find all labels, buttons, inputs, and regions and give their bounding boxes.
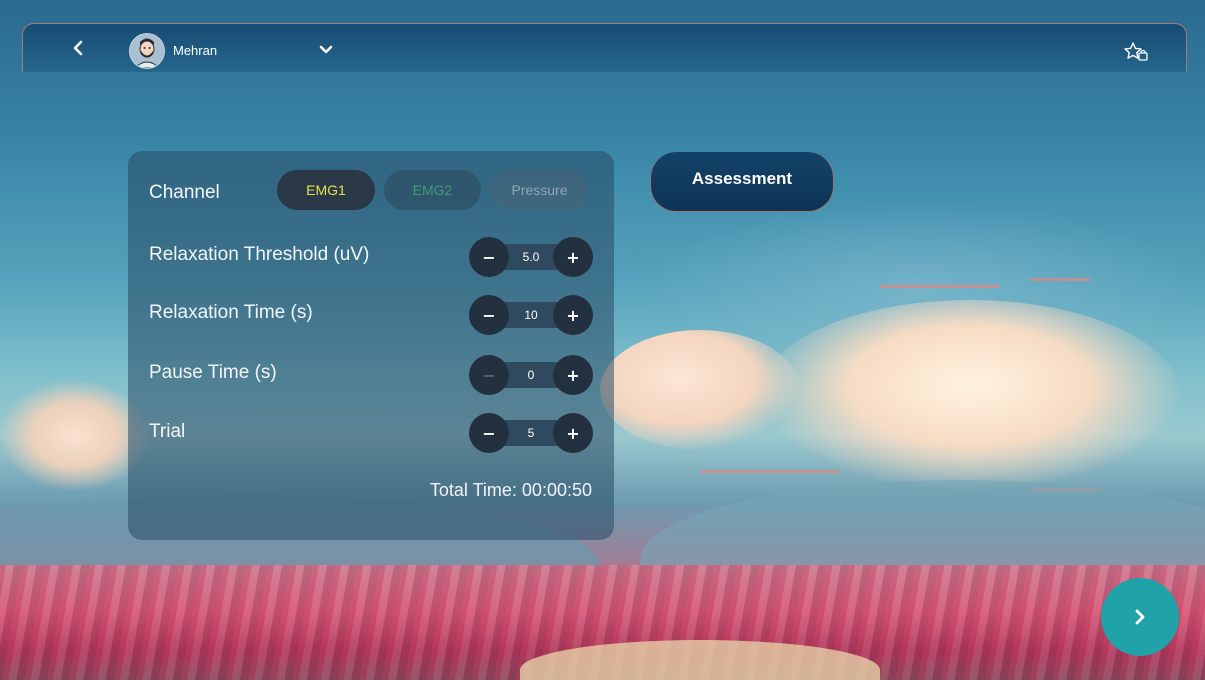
relaxation-time-stepper: − 10 + — [469, 295, 593, 335]
relaxation-time-label: Relaxation Time (s) — [149, 302, 313, 323]
relaxation-threshold-stepper: − 5.0 + — [469, 237, 593, 277]
settings-panel: Channel EMG1 EMG2 Pressure Relaxation Th… — [128, 151, 614, 540]
pause-time-label: Pause Time (s) — [149, 362, 277, 383]
decrement-button[interactable]: − — [469, 295, 509, 335]
cloud-streak — [880, 285, 1000, 288]
back-icon[interactable] — [67, 36, 91, 60]
cloud-streak — [700, 470, 840, 473]
increment-button[interactable]: + — [553, 413, 593, 453]
chevron-down-icon[interactable] — [315, 39, 337, 61]
username: Mehran — [173, 43, 218, 58]
trial-stepper: − 5 + — [469, 413, 593, 453]
increment-button[interactable]: + — [553, 295, 593, 335]
trial-label: Trial — [149, 421, 186, 442]
decrement-button[interactable]: − — [469, 237, 509, 277]
stepper-value: 5 — [527, 426, 535, 440]
cloud-streak — [1030, 278, 1090, 281]
increment-button[interactable]: + — [553, 355, 593, 395]
stepper-value: 0 — [527, 368, 535, 382]
chevron-right-icon — [1135, 609, 1145, 625]
channel-pressure-chip[interactable]: Pressure — [491, 170, 588, 210]
increment-button[interactable]: + — [553, 237, 593, 277]
stepper-value: 5.0 — [522, 250, 540, 264]
decrement-button[interactable]: − — [469, 355, 509, 395]
top-bar: Mehran — [22, 23, 1187, 72]
avatar[interactable] — [129, 33, 165, 69]
pause-time-stepper: − 0 + — [469, 355, 593, 395]
cloud — [760, 300, 1180, 490]
relaxation-threshold-label: Relaxation Threshold (uV) — [149, 244, 370, 265]
stepper-value: 10 — [524, 308, 538, 322]
assessment-button[interactable]: Assessment — [650, 152, 834, 212]
channel-emg2-chip[interactable]: EMG2 — [384, 170, 481, 210]
channel-emg1-chip[interactable]: EMG1 — [277, 170, 375, 210]
next-button[interactable] — [1101, 578, 1179, 656]
channel-label: Channel — [149, 182, 220, 203]
total-time: Total Time: 00:00:50 — [429, 480, 592, 500]
decrement-button[interactable]: − — [469, 413, 509, 453]
favorite-star-icon[interactable] — [1123, 41, 1149, 63]
